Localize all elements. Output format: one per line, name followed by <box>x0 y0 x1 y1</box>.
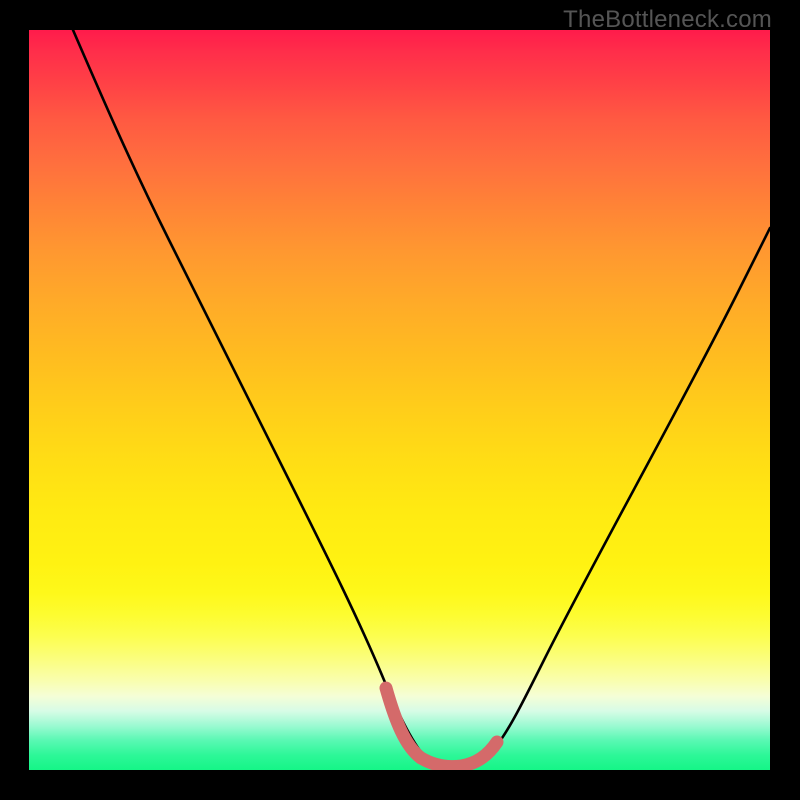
watermark-text: TheBottleneck.com <box>563 6 772 34</box>
trough-marker <box>386 688 497 767</box>
chart-frame: TheBottleneck.com <box>0 0 800 800</box>
chart-plot-area <box>29 30 770 770</box>
chart-overlay-svg <box>29 30 770 770</box>
curve-line <box>73 30 770 765</box>
